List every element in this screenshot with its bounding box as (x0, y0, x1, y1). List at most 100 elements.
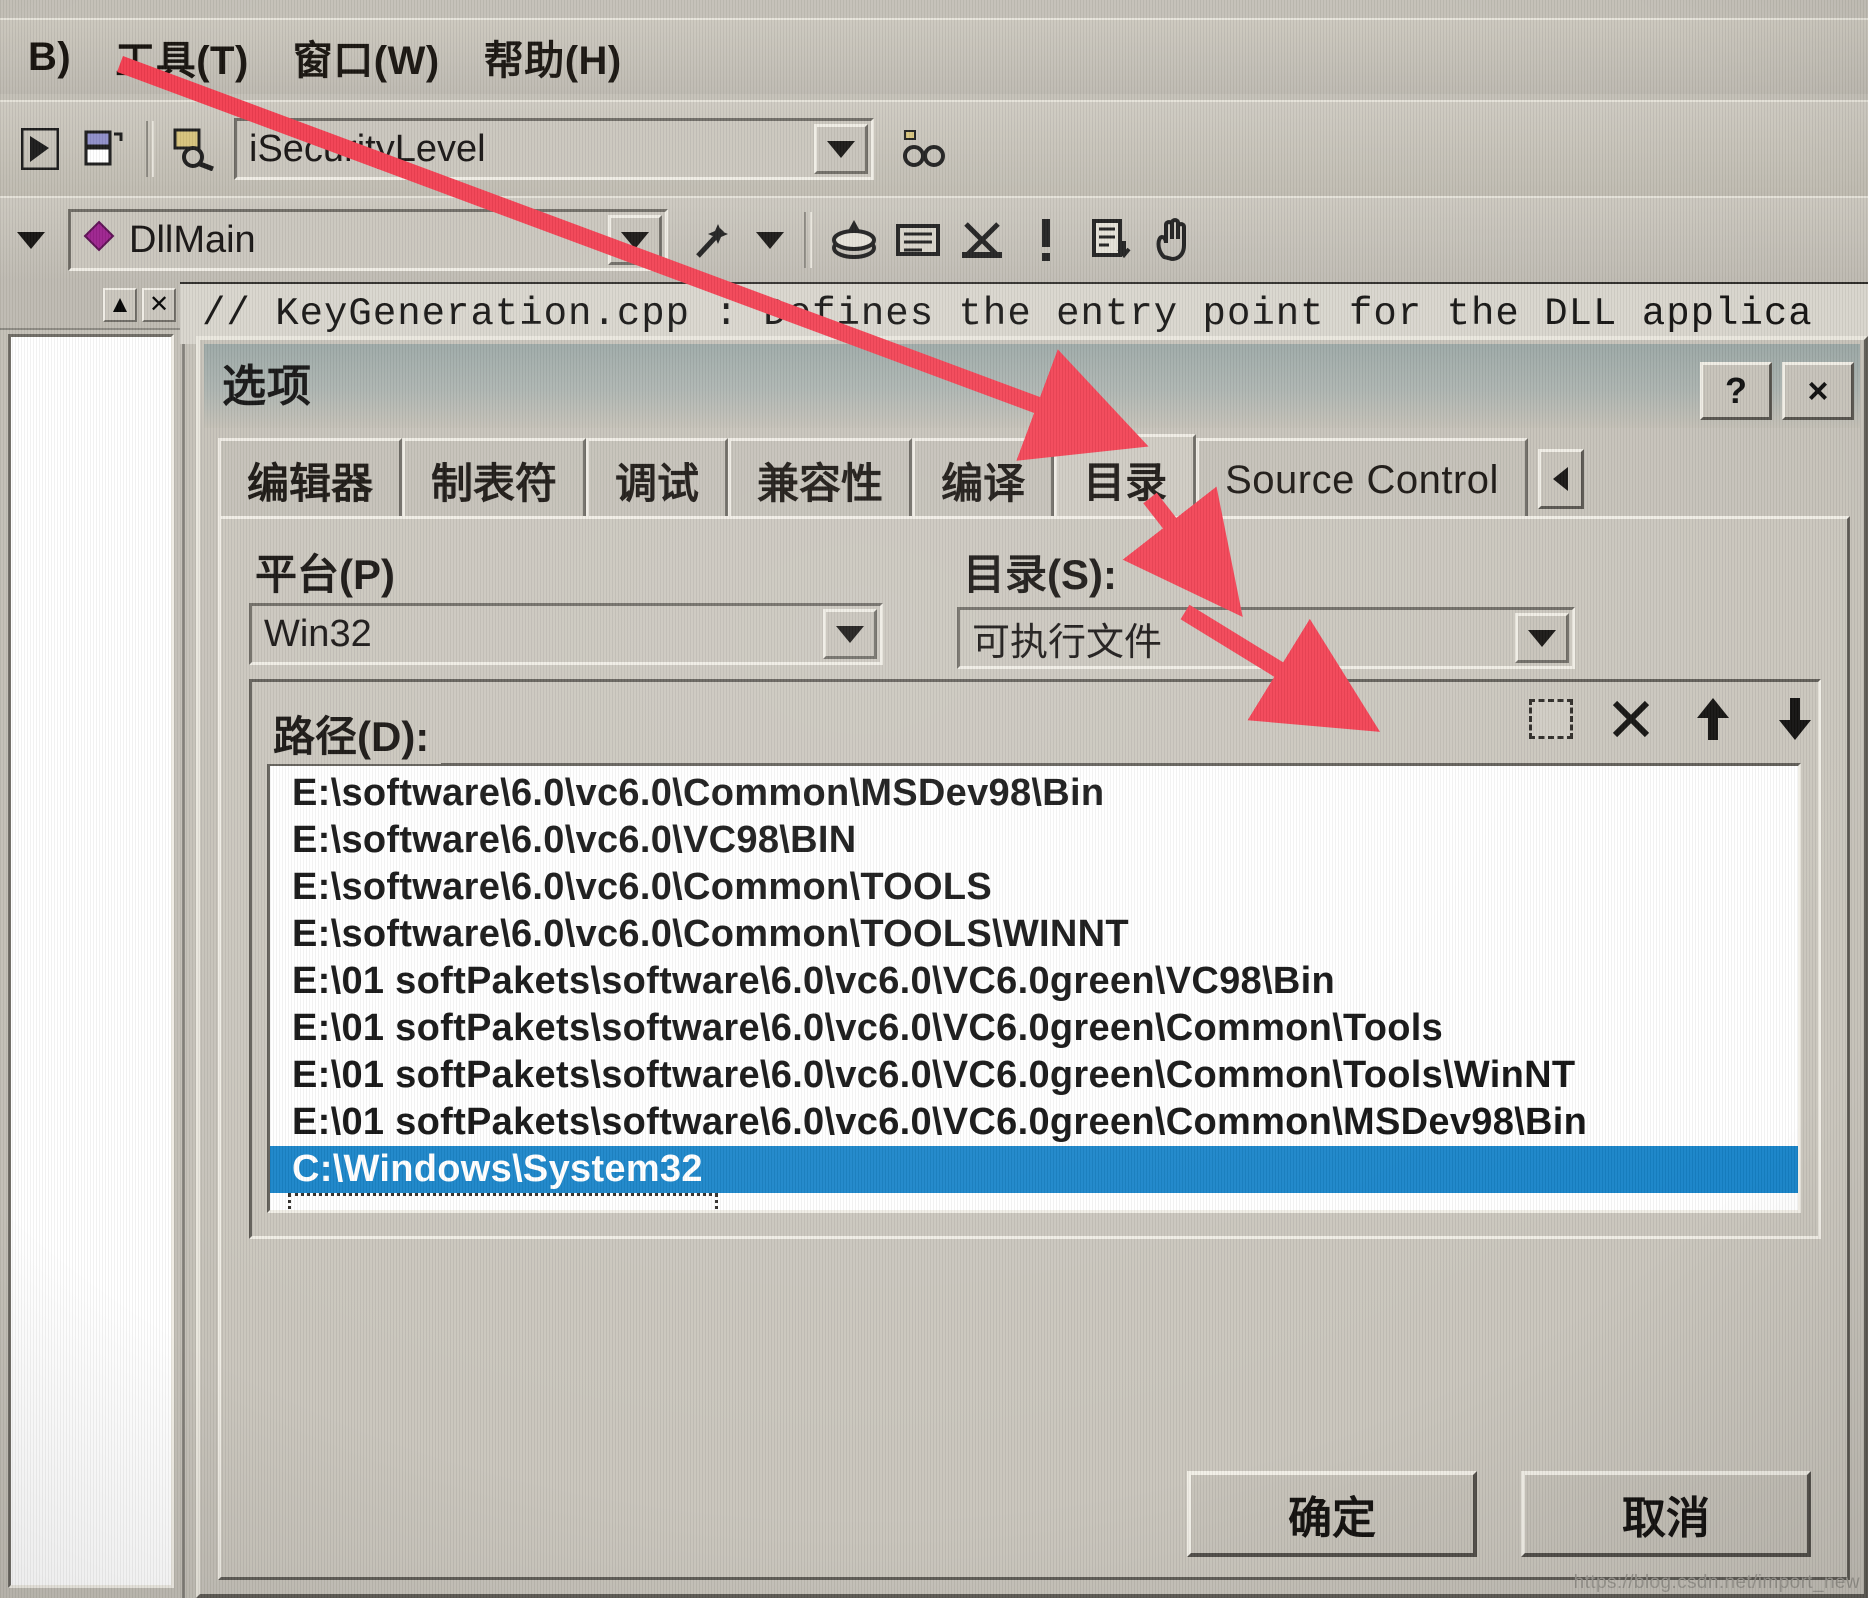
platform-combo-value: Win32 (264, 612, 372, 655)
window-split-icon[interactable] (76, 118, 132, 180)
list-item-selected[interactable]: C:\Windows\System32 (270, 1146, 1798, 1193)
chevron-left-icon (1553, 467, 1569, 491)
build-icon[interactable] (890, 209, 946, 271)
workspace-panel-caption: ▲ ✕ (0, 282, 182, 330)
find-in-files-icon[interactable] (168, 118, 224, 180)
tab-label: 编译 (941, 460, 1026, 507)
path-text: E:\software\6.0\vc6.0\Common\TOOLS\WINNT (292, 913, 1129, 955)
chevron-down-icon (756, 231, 784, 249)
list-item[interactable]: E:\01 softPakets\software\6.0\vc6.0\VC6.… (270, 1099, 1798, 1146)
directories-combo[interactable]: 可执行文件 (957, 607, 1575, 669)
tab-directories[interactable]: 目录 (1054, 434, 1197, 520)
tab-scroll-left-button[interactable] (1537, 449, 1584, 509)
tab-label: Source Control (1225, 458, 1499, 502)
path-text: E:\01 softPakets\software\6.0\vc6.0\VC6.… (292, 1101, 1588, 1143)
tab-tabs[interactable]: 制表符 (402, 438, 587, 520)
magic-wand-icon[interactable] (686, 209, 742, 271)
restore-icon[interactable]: ▲ (103, 288, 137, 322)
pointer-icon[interactable] (12, 118, 68, 180)
cancel-button[interactable]: 取消 (1521, 1471, 1811, 1557)
toolbar-separator (804, 212, 812, 268)
find-target-combo[interactable]: iSecurityLevel (234, 118, 874, 180)
tab-label: 调试 (615, 460, 700, 507)
list-item[interactable]: E:\software\6.0\vc6.0\Common\TOOLS (270, 864, 1798, 911)
dialog-title: 选项 (222, 362, 312, 411)
list-item[interactable]: E:\software\6.0\vc6.0\Common\TOOLS\WINNT (270, 911, 1798, 958)
path-text: E:\software\6.0\vc6.0\VC98\BIN (292, 819, 857, 861)
help-button[interactable]: ? (1700, 362, 1772, 420)
path-text: E:\01 softPakets\software\6.0\vc6.0\VC6.… (292, 1007, 1444, 1049)
member-combo[interactable]: DllMain (68, 209, 668, 271)
move-down-icon[interactable] (1771, 695, 1819, 743)
watermark: https://blog.csdn.net/import_new (1573, 1572, 1860, 1593)
delete-path-icon[interactable] (1607, 695, 1655, 743)
directories-combo-arrow[interactable] (1515, 613, 1569, 663)
tab-label: 目录 (1083, 458, 1168, 506)
find-binoculars-icon[interactable] (896, 118, 952, 180)
compile-icon[interactable] (826, 209, 882, 271)
directories-tabpage: 平台(P) Win32 目录(S): 可执行文件 路径(D): E:\softw… (218, 516, 1850, 1580)
paths-listbox[interactable]: E:\software\6.0\vc6.0\Common\MSDev98\Bin… (267, 763, 1801, 1213)
platform-label: 平台(P) (255, 551, 395, 598)
tab-compatibility[interactable]: 兼容性 (728, 438, 913, 520)
chevron-down-icon (621, 231, 649, 249)
platform-combo-arrow[interactable] (823, 609, 877, 659)
list-item[interactable]: E:\software\6.0\vc6.0\Common\MSDev98\Bin (270, 770, 1798, 817)
platform-combo[interactable]: Win32 (249, 603, 883, 665)
list-item[interactable]: E:\01 softPakets\software\6.0\vc6.0\VC6.… (270, 1005, 1798, 1052)
list-item[interactable]: E:\software\6.0\vc6.0\VC98\BIN (270, 817, 1798, 864)
chevron-down-icon (1528, 629, 1556, 647)
tab-source-control[interactable]: Source Control (1196, 438, 1528, 520)
chevron-down-icon (827, 140, 855, 158)
build-execute-icon[interactable] (954, 209, 1010, 271)
member-combo-value: DllMain (129, 218, 256, 261)
hand-icon[interactable] (1146, 209, 1202, 271)
dialog-titlebar: 选项 ? × (204, 344, 1860, 428)
magic-wand-dropdown-icon[interactable] (750, 209, 790, 271)
close-button[interactable]: × (1782, 362, 1854, 420)
paths-label: 路径(D): (261, 703, 442, 764)
path-text: E:\software\6.0\vc6.0\Common\MSDev98\Bin (292, 772, 1105, 814)
dialog-buttons: 确定 取消 (1187, 1471, 1811, 1557)
menu-item-tools[interactable]: 工具(T) (93, 28, 271, 86)
toolbar-separator (146, 121, 154, 177)
list-item[interactable]: E:\01 softPakets\software\6.0\vc6.0\VC6.… (270, 1052, 1798, 1099)
options-dialog: 选项 ? × 编辑器 制表符 调试 兼容性 编译 目录 Source Contr… (196, 336, 1868, 1598)
path-text: E:\01 softPakets\software\6.0\vc6.0\VC6.… (292, 1054, 1576, 1096)
move-up-icon[interactable] (1689, 695, 1737, 743)
ok-button[interactable]: 确定 (1187, 1471, 1477, 1557)
directories-combo-value: 可执行文件 (972, 621, 1163, 664)
find-combo-arrow[interactable] (814, 124, 868, 174)
tab-label: 兼容性 (757, 460, 884, 507)
path-edit-input[interactable] (288, 1193, 718, 1210)
menu-item-b[interactable]: B) (6, 35, 93, 80)
exclamation-icon[interactable] (1018, 209, 1074, 271)
editor-code-line: // KeyGeneration.cpp : Defines the entry… (180, 282, 1868, 344)
close-icon[interactable]: ✕ (142, 288, 176, 322)
toolbar-primary: iSecurityLevel (0, 100, 1868, 196)
insert-breakpoint-icon[interactable] (1082, 209, 1138, 271)
chevron-down-icon (17, 231, 45, 249)
path-text: E:\software\6.0\vc6.0\Common\TOOLS (292, 866, 993, 908)
toolbar-overflow-icon[interactable] (8, 209, 54, 271)
workspace-panel-body[interactable] (8, 334, 174, 1588)
workspace-panel: ▲ ✕ (0, 282, 185, 1598)
chevron-down-icon (836, 625, 864, 643)
new-path-icon[interactable] (1529, 699, 1573, 739)
member-combo-arrow[interactable] (608, 215, 662, 265)
directories-label: 目录(S): (963, 551, 1117, 598)
path-text: E:\01 softPakets\software\6.0\vc6.0\VC6.… (292, 960, 1335, 1002)
tab-label: 制表符 (431, 460, 558, 507)
menu-bar: B) 工具(T) 窗口(W) 帮助(H) (0, 18, 1868, 94)
dialog-title-buttons: ? × (1690, 362, 1854, 420)
tab-editor[interactable]: 编辑器 (218, 438, 403, 520)
find-target-value: iSecurityLevel (249, 127, 486, 170)
list-item[interactable]: E:\01 softPakets\software\6.0\vc6.0\VC6.… (270, 958, 1798, 1005)
menu-item-window[interactable]: 窗口(W) (271, 28, 462, 86)
toolbar-secondary: DllMain (0, 196, 1868, 282)
path-text: C:\Windows\System32 (292, 1148, 703, 1190)
tab-build[interactable]: 编译 (912, 438, 1055, 520)
menu-item-help[interactable]: 帮助(H) (462, 28, 644, 86)
paths-toolbar (1529, 695, 1819, 743)
tab-debug[interactable]: 调试 (586, 438, 729, 520)
